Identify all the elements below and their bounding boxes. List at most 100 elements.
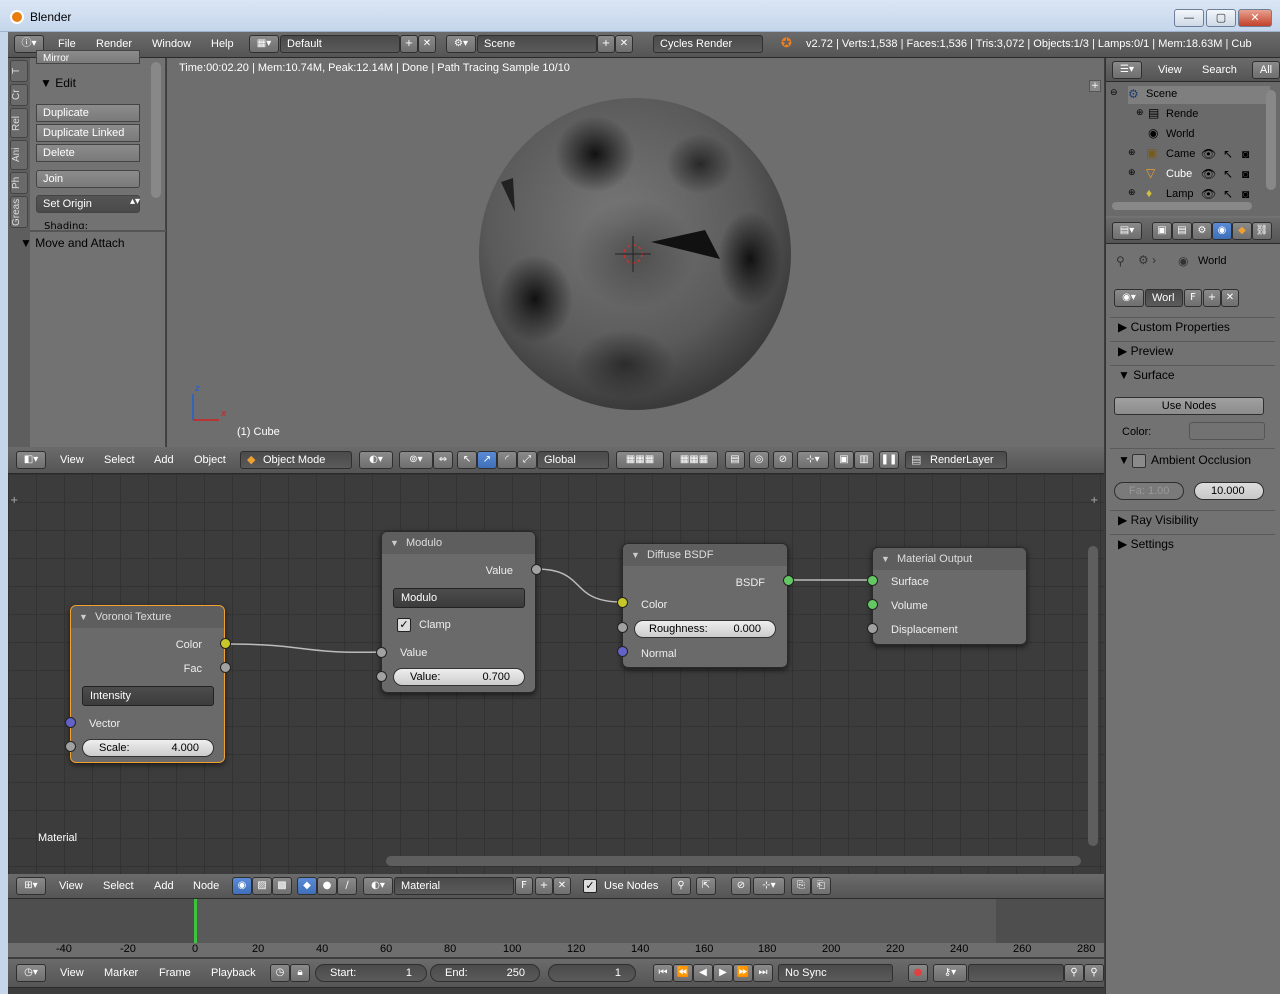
surface-panel[interactable]: ▼ Surface [1118, 368, 1175, 382]
mirror-button-cut[interactable]: Mirror [36, 50, 140, 64]
snap-toggle-icon[interactable]: ⊘ [773, 451, 793, 469]
duplicate-button[interactable]: Duplicate [36, 104, 140, 122]
go-parent-icon[interactable]: ⇱ [696, 877, 716, 895]
expand-icon[interactable]: ⊕ [1128, 187, 1136, 198]
tool-shelf-scrollbar[interactable] [151, 62, 161, 198]
tab-tools[interactable]: T [10, 60, 28, 82]
outliner-menu-search[interactable]: Search [1202, 64, 1237, 76]
node-editor-vscrollbar[interactable] [1088, 546, 1098, 846]
world-fake-user-button[interactable]: F [1184, 289, 1202, 307]
selectable-cursor-icon[interactable]: ↖ [1223, 167, 1233, 181]
renderable-camera-icon[interactable]: ◙ [1242, 147, 1249, 161]
voronoi-color-output-socket[interactable] [220, 638, 231, 649]
preview-range-icon[interactable]: ◷ [270, 964, 290, 982]
ao-factor-field[interactable]: Fa: 1.00 [1114, 482, 1184, 500]
layers-grid-2-icon[interactable]: ▦▦▦ [670, 451, 718, 469]
timeline-menu-marker[interactable]: Marker [104, 967, 138, 979]
modulo-node[interactable]: Modulo Value Modulo ✓ Clamp Value Value:… [381, 531, 536, 693]
scene-field[interactable]: Scene [477, 35, 597, 53]
node-editor-hscrollbar[interactable] [386, 856, 1081, 866]
constraints-context-icon[interactable]: ⛓ [1252, 222, 1272, 240]
voronoi-node-header[interactable]: Voronoi Texture [71, 606, 224, 628]
pin-context-icon[interactable]: ⚲ [1116, 254, 1125, 268]
outliner-vscrollbar[interactable] [1266, 90, 1276, 190]
copy-nodes-icon[interactable]: ⎘ [791, 877, 811, 895]
outliner-item-cube[interactable]: Cube [1166, 168, 1192, 180]
editor-type-properties-icon[interactable]: ▤▾ [1112, 222, 1142, 240]
pivot-point-icon[interactable]: ⊚▾ [399, 451, 433, 469]
translate-manipulator-icon[interactable]: ↖ [457, 451, 477, 469]
outliner-item-world[interactable]: World [1166, 128, 1195, 140]
play-icon[interactable]: ▶ [713, 964, 733, 982]
timeline-menu-playback[interactable]: Playback [211, 967, 256, 979]
jump-keyframe-forward-icon[interactable]: ⏩ [733, 964, 753, 982]
jump-start-icon[interactable]: ⏮ [653, 964, 673, 982]
renderable-camera-icon[interactable]: ◙ [1242, 187, 1249, 201]
timeline-menu-frame[interactable]: Frame [159, 967, 191, 979]
roughness-field[interactable]: Roughness: 0.000 [634, 620, 776, 638]
screen-layout-icon[interactable]: ▦▾ [249, 35, 279, 53]
node-menu-add[interactable]: Add [154, 880, 174, 892]
add-material-icon[interactable]: + [535, 877, 553, 895]
pause-render-icon[interactable]: ❚❚ [879, 451, 899, 469]
voronoi-scale-input-socket[interactable] [65, 741, 76, 752]
world-datablock-field[interactable]: Worl [1145, 289, 1183, 307]
insert-keyframe-icon[interactable]: ⚲ [1064, 964, 1084, 982]
remove-layout-icon[interactable]: ✕ [418, 35, 436, 53]
opengl-render-icon[interactable]: ▣ [834, 451, 854, 469]
viewport-shading-icon[interactable]: ◐▾ [359, 451, 393, 469]
duplicate-linked-button[interactable]: Duplicate Linked [36, 124, 140, 142]
custom-properties-panel[interactable]: ▶ Custom Properties [1118, 320, 1230, 334]
rotate-manipulator-icon[interactable]: ↗ [477, 451, 497, 469]
preview-panel[interactable]: ▶ Preview [1118, 344, 1173, 358]
menu-add[interactable]: Add [154, 454, 174, 466]
set-origin-button[interactable]: Set Origin [36, 195, 140, 213]
lock-range-icon[interactable]: 🔒︎ [290, 964, 310, 982]
diffuse-node-header[interactable]: Diffuse BSDF [623, 544, 787, 566]
expand-icon[interactable]: ⊕ [1128, 147, 1136, 158]
node-editor[interactable]: Voronoi Texture Color Fac Intensity Vect… [8, 474, 1104, 874]
visibility-eye-icon[interactable]: 👁︎ [1201, 187, 1216, 201]
snap-element-icon[interactable]: ⊹▾ [797, 451, 829, 469]
output-surface-input-socket[interactable] [867, 575, 878, 586]
diffuse-color-input-socket[interactable] [617, 597, 628, 608]
end-frame-field[interactable]: End: 250 [430, 964, 540, 982]
menu-object[interactable]: Object [194, 454, 226, 466]
layers-grid-1-icon[interactable]: ▦▦▦ [616, 451, 664, 469]
scale-manipulator-icon[interactable]: ◜ [497, 451, 517, 469]
3d-cursor-icon[interactable] [613, 234, 653, 274]
join-button[interactable]: Join [36, 170, 140, 188]
outliner-item-camera[interactable]: Came [1166, 148, 1195, 160]
orientation-select[interactable]: Global [537, 451, 609, 469]
timeline-menu-view[interactable]: View [60, 967, 84, 979]
world-browse-icon[interactable]: ◉▾ [1114, 289, 1144, 307]
diffuse-roughness-input-socket[interactable] [617, 622, 628, 633]
keying-set-icon[interactable]: ⚷▾ [933, 964, 967, 982]
maximize-button[interactable]: ▢ [1206, 9, 1236, 27]
current-frame-field[interactable]: 1 [548, 964, 636, 982]
material-name-field[interactable]: Material [394, 877, 514, 895]
modulo-operation-select[interactable]: Modulo [393, 588, 525, 608]
editor-type-timeline-icon[interactable]: ◷▾ [16, 964, 46, 982]
remove-scene-icon[interactable]: ✕ [615, 35, 633, 53]
diffuse-bsdf-node[interactable]: Diffuse BSDF BSDF Color Roughness: 0.000… [622, 543, 788, 668]
ao-panel-toggle[interactable]: ▼ [1118, 453, 1130, 467]
compositing-nodes-icon[interactable]: ▩ [272, 877, 292, 895]
selectable-cursor-icon[interactable]: ↖ [1223, 147, 1233, 161]
menu-file[interactable]: File [58, 38, 76, 50]
expand-icon[interactable]: ⊕ [1136, 107, 1144, 118]
outliner-item-scene[interactable]: Scene [1146, 88, 1177, 100]
output-node-header[interactable]: Material Output [873, 548, 1026, 570]
tab-relations[interactable]: Rel [10, 108, 28, 138]
modulo-value-field[interactable]: Value: 0.700 [393, 668, 525, 686]
screen-layout-field[interactable]: Default [280, 35, 400, 53]
opengl-anim-icon[interactable]: ▥ [854, 451, 874, 469]
current-frame-marker[interactable] [194, 899, 197, 943]
object-shader-icon[interactable]: ◆ [297, 877, 317, 895]
voronoi-coloring-select[interactable]: Intensity [82, 686, 214, 706]
menu-view[interactable]: View [60, 454, 84, 466]
close-button[interactable]: ✕ [1238, 9, 1272, 27]
shader-nodes-icon[interactable]: ◉ [232, 877, 252, 895]
scene-icon[interactable]: ⚙▾ [446, 35, 476, 53]
node-menu-select[interactable]: Select [103, 880, 134, 892]
